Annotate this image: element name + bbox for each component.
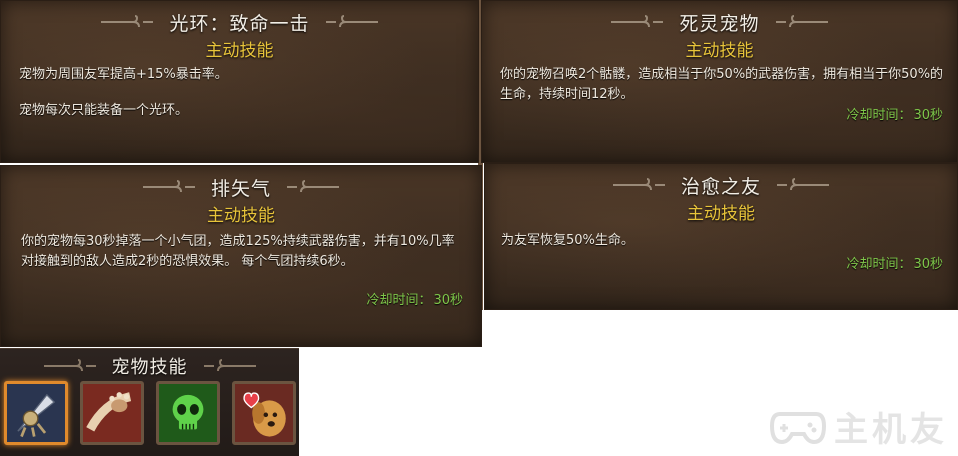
skill-type-label: 主动技能 (687, 204, 755, 224)
dog-heart-icon (235, 384, 293, 442)
paw-claw-icon (83, 384, 141, 442)
skill-tooltip-crit-aura: 光环：致命一击 主动技能 宠物为周围友军提高+15%暴击率。 宠物每次只能装备一… (0, 0, 479, 163)
skill-slot-heal[interactable] (232, 381, 296, 445)
tooltip-title: 光环：致命一击 (169, 12, 310, 35)
cooldown-label: 冷却时间： (846, 257, 912, 272)
skull-icon (159, 384, 217, 442)
skill-tooltip-gas: 排矢气 主动技能 你的宠物每30秒掉落一个小气团，造成125%持续武器伤害，并有… (0, 165, 482, 347)
description-line: 为友军恢复50%生命。 (501, 233, 634, 248)
tooltip-title-row: 死灵宠物 (482, 7, 957, 37)
skillbar-title: 宠物技能 (111, 357, 188, 378)
right-ornament-icon (325, 15, 378, 28)
cooldown-label: 冷却时间： (366, 293, 432, 308)
crit-aura-icon (7, 384, 65, 442)
skill-type-label: 主动技能 (205, 41, 274, 61)
skill-slots (4, 381, 296, 445)
skill-tooltip-undead-pet: 死灵宠物 主动技能 你的宠物召唤2个骷髅，造成相当于你50%的武器伤害，拥有相当… (481, 0, 958, 163)
cooldown-value: 30秒 (433, 293, 463, 308)
tooltip-title: 治愈之友 (680, 175, 761, 198)
skill-type-label: 主动技能 (685, 41, 754, 61)
left-ornament-icon (612, 178, 665, 191)
right-ornament-icon (775, 15, 828, 28)
tooltip-title-row: 排矢气 (1, 172, 481, 202)
site-watermark: 主机友 (770, 402, 948, 451)
skill-slot-paw[interactable] (80, 381, 144, 445)
skill-tooltip-healing-friend: 治愈之友 主动技能 为友军恢复50%生命。 冷却时间： 30秒 (484, 163, 958, 310)
skill-description: 宠物为周围友军提高+15%暴击率。 宠物每次只能装备一个光环。 (19, 65, 459, 121)
skill-description: 你的宠物召唤2个骷髅，造成相当于你50%的武器伤害，拥有相当于你50%的生命，持… (500, 65, 945, 105)
cooldown-text: 冷却时间： 30秒 (366, 289, 463, 308)
cooldown-text: 冷却时间： 30秒 (846, 253, 943, 272)
tooltip-title: 排矢气 (210, 177, 271, 200)
right-ornament-icon (777, 178, 829, 191)
skill-slot-skull[interactable] (156, 381, 220, 445)
right-ornament-icon (203, 359, 256, 372)
description-line: 宠物为周围友军提高+15%暴击率。 (19, 67, 228, 82)
gamepad-icon (770, 411, 826, 444)
left-ornament-icon (611, 15, 664, 28)
description-line: 你的宠物召唤2个骷髅，造成相当于你50%的武器伤害，拥有相当于你50%的生命，持… (500, 67, 944, 102)
description-line: 宠物每次只能装备一个光环。 (19, 103, 189, 118)
left-ornament-icon (142, 180, 195, 193)
tooltip-title-row: 光环：致命一击 (1, 7, 478, 37)
skillbar-title-row: 宠物技能 (0, 353, 299, 379)
watermark-text: 主机友 (834, 410, 948, 450)
cooldown-value: 30秒 (913, 108, 943, 123)
tooltip-title: 死灵宠物 (679, 12, 760, 35)
skill-description: 为友军恢复50%生命。 (501, 231, 941, 251)
left-ornament-icon (43, 359, 96, 372)
cooldown-text: 冷却时间： 30秒 (846, 104, 943, 123)
skill-type-label: 主动技能 (207, 206, 275, 226)
pet-skill-bar: 宠物技能 (0, 348, 299, 456)
skill-slot-crit-aura[interactable] (4, 381, 68, 445)
right-ornament-icon (287, 180, 339, 193)
tooltip-title-row: 治愈之友 (485, 170, 957, 200)
cooldown-value: 30秒 (913, 257, 943, 272)
left-ornament-icon (101, 15, 154, 28)
description-line: 你的宠物每30秒掉落一个小气团，造成125%持续武器伤害，并有10%几率对接触到… (21, 234, 455, 269)
skill-description: 你的宠物每30秒掉落一个小气团，造成125%持续武器伤害，并有10%几率对接触到… (21, 232, 466, 272)
cooldown-label: 冷却时间： (846, 108, 912, 123)
